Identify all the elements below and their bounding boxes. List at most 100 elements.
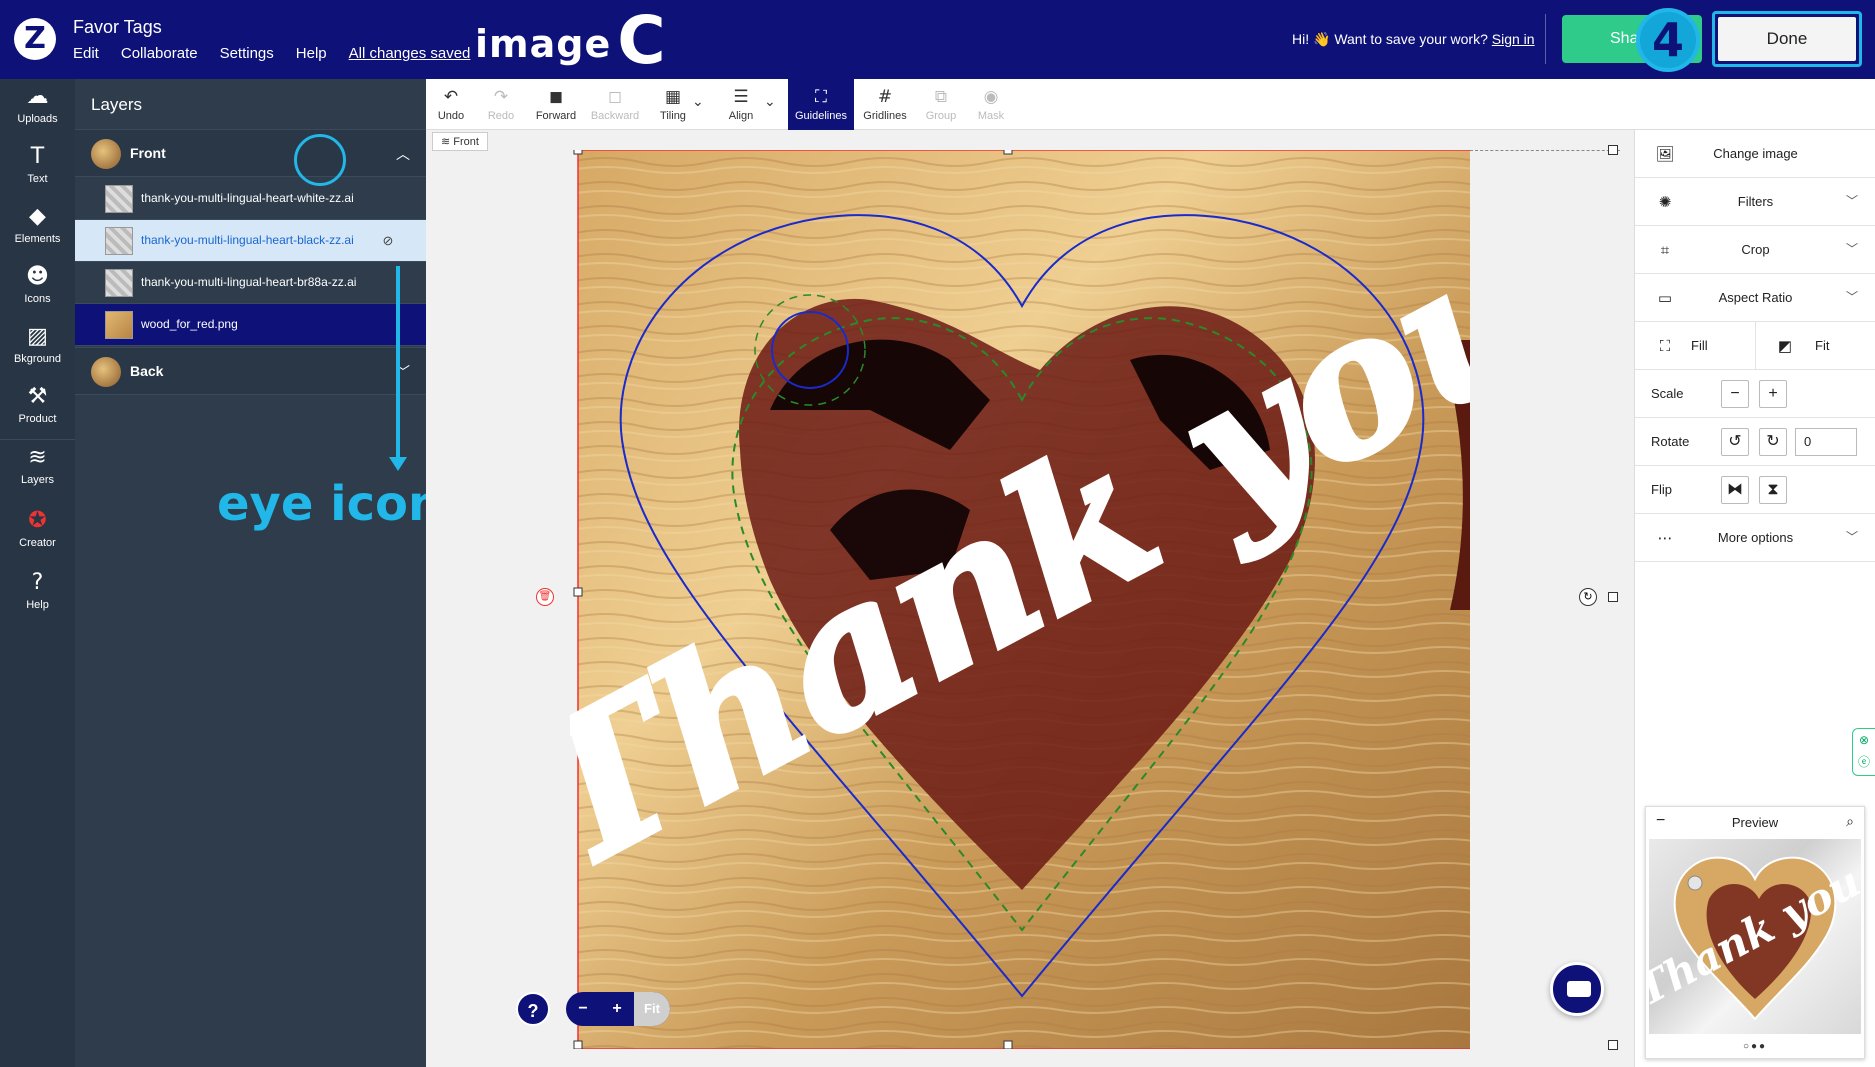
flip-row: Flip ⧓ ⧗ <box>1635 466 1875 514</box>
chevron-down-icon: ﹀ <box>1845 290 1858 304</box>
smiley-icon: ☻ <box>26 264 49 289</box>
crop-row[interactable]: ⌗ Crop ﹀ <box>1635 226 1875 274</box>
scale-increase-button[interactable]: + <box>1759 380 1787 408</box>
delete-handle-icon[interactable]: 🗑 <box>536 588 554 606</box>
fit-icon[interactable]: ◩ <box>1775 336 1795 356</box>
resize-handle[interactable] <box>1608 145 1618 155</box>
filters-row[interactable]: ✺ Filters ﹀ <box>1635 178 1875 226</box>
flip-vertical-icon[interactable]: ⧗ <box>1759 476 1787 504</box>
rail-background[interactable]: ▨ Bkground <box>0 319 75 377</box>
resize-handle[interactable] <box>1608 1040 1618 1050</box>
forward-button[interactable]: ◼ Forward <box>528 79 584 130</box>
more-options-label: More options <box>1717 530 1794 545</box>
group-front[interactable]: Front ︿ <box>75 129 426 177</box>
eye-slash-icon[interactable]: ⊘ <box>379 232 397 250</box>
rail-help[interactable]: ? Help <box>0 565 75 623</box>
done-button[interactable]: Done <box>1712 11 1862 67</box>
chat-icon[interactable] <box>1550 962 1604 1016</box>
zoom-pill: − + Fit <box>566 992 670 1026</box>
aperture-icon: ✺ <box>1658 193 1672 211</box>
change-image-row[interactable]: 🖼 Change image <box>1635 130 1875 178</box>
zazzle-logo-icon[interactable]: Z <box>14 18 56 60</box>
tiling-button[interactable]: ▦ Tiling <box>648 79 698 130</box>
layer-row-selected[interactable]: thank-you-multi-lingual-heart-black-zz.a… <box>75 220 426 262</box>
image-letter: C <box>617 2 667 79</box>
signin-prefix: Hi! 👋 Want to save your work? <box>1292 31 1488 47</box>
zoom-in-button[interactable]: + <box>600 992 634 1026</box>
crop-icon: ⌗ <box>1660 241 1670 259</box>
guidelines-icon: ⛶ <box>815 87 827 107</box>
zoom-fit-button[interactable]: Fit <box>634 992 670 1026</box>
fit-button[interactable]: Fit <box>1815 338 1829 353</box>
topbar-divider <box>1545 14 1546 64</box>
tiling-icon: ▦ <box>664 87 682 107</box>
rotate-input[interactable]: 0 <box>1795 428 1857 456</box>
group-back[interactable]: Back ﹀ <box>75 347 426 395</box>
top-bar: Z Favor Tags Edit Collaborate Settings H… <box>0 0 1875 79</box>
rail-uploads[interactable]: ☁ Uploads <box>0 79 75 137</box>
search-icon[interactable]: ⌕ <box>1846 813 1854 830</box>
rail-creator[interactable]: ✪ Creator <box>0 503 75 561</box>
undo-button[interactable]: ↶ Undo <box>426 79 476 130</box>
scale-label: Scale <box>1651 386 1684 401</box>
redo-button[interactable]: ↷ Redo <box>476 79 526 130</box>
more-options-row[interactable]: ⋯ More options ﹀ <box>1635 514 1875 562</box>
crop-label: Crop <box>1741 242 1770 257</box>
align-button[interactable]: ☰ Align <box>716 79 766 130</box>
mask-button[interactable]: ◉ Mask <box>966 79 1016 130</box>
menu-collaborate[interactable]: Collaborate <box>121 45 198 62</box>
bring-forward-icon: ◼ <box>548 87 564 107</box>
fill-fit-row: ⛶ Fill ◩ Fit <box>1635 322 1875 370</box>
side-widget[interactable]: ⊗ ⓔ <box>1852 728 1875 776</box>
menu-edit[interactable]: Edit <box>73 45 99 62</box>
backward-button[interactable]: ◻ Backward <box>584 79 646 130</box>
guidelines-button[interactable]: ⛶ Guidelines <box>788 79 854 130</box>
signin-prompt: Hi! 👋 Want to save your work? Sign in <box>1292 31 1535 48</box>
scale-decrease-button[interactable]: − <box>1721 380 1749 408</box>
rail-layers[interactable]: ≋ Layers <box>0 440 75 498</box>
layers-panel: Layers Front ︿ thank-you-multi-lingual-h… <box>75 79 426 1067</box>
menu-help[interactable]: Help <box>296 45 327 62</box>
resize-handle[interactable] <box>1608 592 1618 602</box>
aspect-ratio-row[interactable]: ▭ Aspect Ratio ﹀ <box>1635 274 1875 322</box>
design-artwork[interactable]: Thank you <box>570 150 1470 1049</box>
align-dropdown-icon[interactable]: ⌄ <box>764 93 776 110</box>
side-tag[interactable]: ≋ Front <box>432 132 488 151</box>
aspect-ratio-icon: ▭ <box>1657 289 1673 307</box>
layer-row[interactable]: thank-you-multi-lingual-heart-white-zz.a… <box>75 178 426 220</box>
annotation-circle <box>294 134 346 186</box>
rail-product[interactable]: ⚒ Product <box>0 379 75 437</box>
rail-elements[interactable]: ◆ Elements <box>0 199 75 257</box>
group-back-label: Back <box>130 363 164 379</box>
fill-icon[interactable]: ⛶ <box>1655 336 1675 356</box>
chevron-up-icon[interactable]: ︿ <box>396 144 410 164</box>
rotate-row: Rotate ↺ ↻ 0 <box>1635 418 1875 466</box>
group-button[interactable]: ⧉ Group <box>916 79 966 130</box>
menu-settings[interactable]: Settings <box>220 45 274 62</box>
change-image-label: Change image <box>1713 146 1798 161</box>
rotate-left-icon[interactable]: ↺ <box>1721 428 1749 456</box>
rotate-right-icon[interactable]: ↻ <box>1759 428 1787 456</box>
preview-image[interactable]: Thank you <box>1649 839 1861 1034</box>
layer-thumbnail <box>105 227 133 255</box>
flip-horizontal-icon[interactable]: ⧓ <box>1721 476 1749 504</box>
rail-icons[interactable]: ☻ Icons <box>0 259 75 317</box>
layer-row-active[interactable]: wood_for_red.png <box>75 304 426 346</box>
layer-row[interactable]: thank-you-multi-lingual-heart-br88a-zz.a… <box>75 262 426 304</box>
rotate-handle-icon[interactable]: ↻ <box>1579 588 1597 606</box>
background-icon: ▨ <box>27 324 48 349</box>
group-icon: ⧉ <box>934 87 948 107</box>
rail-text[interactable]: T Text <box>0 139 75 197</box>
design-canvas[interactable]: ≋ Front Thank you ↻ 🗑 ? − + Fit <box>426 130 1634 1067</box>
help-icon: ? <box>31 570 44 595</box>
signin-link[interactable]: Sign in <box>1492 31 1535 47</box>
undo-icon: ↶ <box>443 87 459 107</box>
layer-name: thank-you-multi-lingual-heart-br88a-zz.a… <box>141 275 357 289</box>
fill-button[interactable]: Fill <box>1691 338 1708 353</box>
save-status[interactable]: All changes saved <box>349 45 471 62</box>
tiling-dropdown-icon[interactable]: ⌄ <box>692 93 704 110</box>
zoom-out-button[interactable]: − <box>566 992 600 1026</box>
gridlines-button[interactable]: # Gridlines <box>856 79 914 130</box>
help-bubble-button[interactable]: ? <box>516 992 550 1026</box>
preview-pagination[interactable]: ○●● <box>1646 1041 1864 1052</box>
